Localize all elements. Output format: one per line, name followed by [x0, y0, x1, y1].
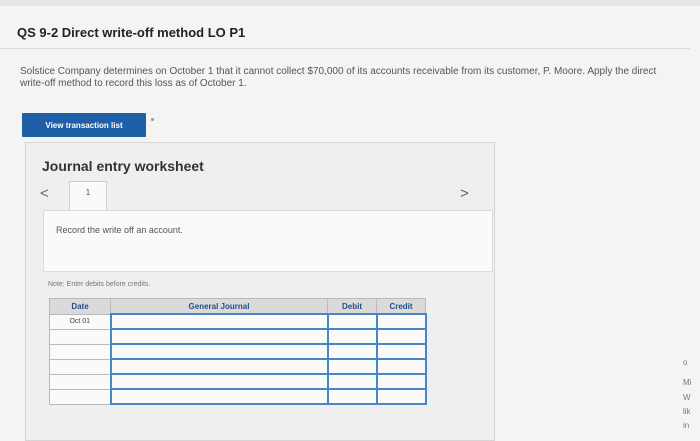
table-row — [49, 328, 427, 345]
credit-input[interactable] — [375, 313, 427, 330]
table-row — [49, 388, 427, 405]
account-input[interactable] — [109, 373, 329, 390]
instruction-panel: Record the write off an account. — [43, 210, 493, 272]
note-text: Note: Enter debits before credits. — [48, 281, 151, 288]
journal-header-row: Date General Journal Debit Credit — [49, 298, 426, 315]
date-cell[interactable] — [49, 343, 111, 360]
date-cell[interactable] — [49, 388, 111, 405]
journal-entry-worksheet: Journal entry worksheet < 1 > Record the… — [25, 142, 495, 441]
instruction-text: Record the write off an account. — [56, 225, 183, 235]
account-input[interactable] — [109, 343, 329, 360]
title-divider — [0, 48, 690, 49]
date-cell[interactable]: Oct 01 — [49, 313, 111, 330]
credit-input[interactable] — [375, 358, 427, 375]
account-input[interactable] — [109, 388, 329, 405]
credit-input[interactable] — [375, 373, 427, 390]
table-row — [49, 343, 427, 360]
date-cell[interactable] — [49, 373, 111, 390]
column-credit: Credit — [376, 298, 426, 315]
debit-input[interactable] — [326, 388, 378, 405]
side-fragment-text: in — [683, 421, 690, 430]
credit-input[interactable] — [375, 328, 427, 345]
table-row — [49, 373, 427, 390]
view-transaction-list-button[interactable]: View transaction list — [22, 113, 146, 137]
side-fragment-text: Mi — [683, 378, 692, 387]
column-debit: Debit — [327, 298, 377, 315]
credit-input[interactable] — [375, 388, 427, 405]
column-general-journal: General Journal — [110, 298, 328, 315]
top-bar — [0, 0, 700, 6]
debit-input[interactable] — [326, 313, 378, 330]
menu-dot-icon — [151, 118, 154, 121]
tab-entry-1[interactable]: 1 — [69, 181, 107, 212]
account-input[interactable] — [109, 313, 329, 330]
problem-text: Solstice Company determines on October 1… — [20, 66, 657, 89]
account-input[interactable] — [109, 358, 329, 375]
credit-input[interactable] — [375, 343, 427, 360]
date-cell[interactable] — [49, 328, 111, 345]
table-row — [49, 358, 427, 375]
page-title: QS 9-2 Direct write-off method LO P1 — [17, 25, 246, 40]
table-row: Oct 01 — [49, 313, 427, 330]
side-fragment-text: lik — [683, 407, 691, 416]
side-fragment-text: W — [683, 393, 691, 402]
next-arrow-icon[interactable]: > — [460, 185, 469, 202]
worksheet-title: Journal entry worksheet — [42, 158, 204, 174]
journal-table: Date General Journal Debit Credit Oct 01 — [49, 298, 427, 405]
debit-input[interactable] — [326, 343, 378, 360]
column-date: Date — [49, 298, 111, 315]
debit-input[interactable] — [326, 358, 378, 375]
date-cell[interactable] — [49, 358, 111, 375]
debit-input[interactable] — [326, 328, 378, 345]
previous-arrow-icon[interactable]: < — [40, 185, 49, 202]
account-input[interactable] — [109, 328, 329, 345]
debit-input[interactable] — [326, 373, 378, 390]
side-fragment-text: o — [683, 358, 688, 367]
